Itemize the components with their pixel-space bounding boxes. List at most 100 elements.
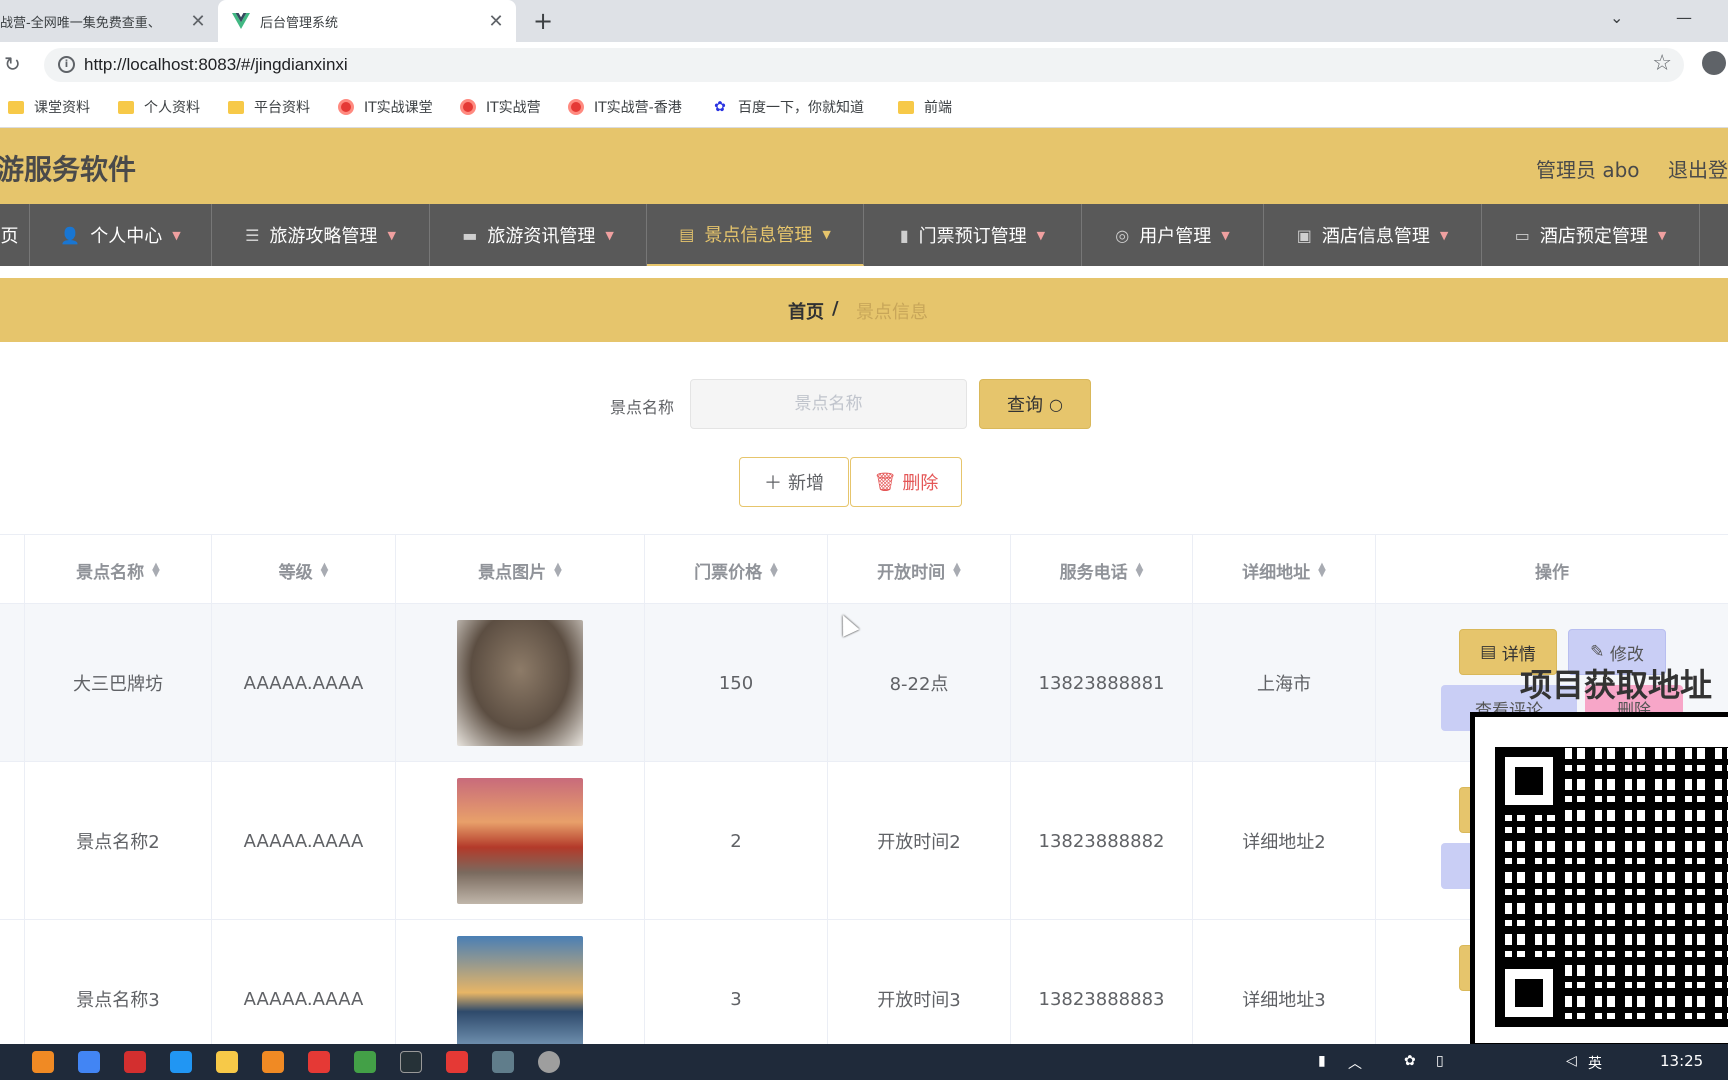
folder-icon (118, 100, 134, 114)
app-icon[interactable] (262, 1051, 284, 1073)
logout-link[interactable]: 退出登 (1668, 154, 1728, 183)
bookmarks-bar: 课堂资料 个人资料 平台资料 IT实战课堂 IT实战营 IT实战营-香港 ✿ 百度… (0, 88, 1728, 128)
clipboard-icon: ▤ (679, 224, 695, 244)
browser-tab-active[interactable]: 后台管理系统 ✕ (218, 0, 516, 42)
baidu-paw-icon: ✿ (714, 99, 726, 115)
app-icon[interactable] (124, 1051, 146, 1073)
nav-item-label: 页 (0, 226, 19, 247)
minimize-icon[interactable]: — (1676, 8, 1692, 27)
tab-search-icon[interactable]: ⌄ (1610, 8, 1623, 27)
delete-button[interactable]: 🗑 删除 (850, 457, 962, 507)
chevron-up-icon[interactable]: ︿ (1348, 1053, 1362, 1073)
nav-item-users[interactable]: ◎ 用户管理 ▼ (1082, 204, 1264, 266)
browser-tab[interactable]: 战营-全网唯一集免费查重、 ✕ (0, 0, 218, 42)
settings-icon[interactable] (492, 1051, 514, 1073)
address-bar: ↻ i http://localhost:8083/#/jingdianxinx… (0, 42, 1728, 88)
column-header[interactable]: 服务电话 ▲ ▼ (1011, 535, 1193, 605)
pencil-icon: ✎ (1590, 642, 1610, 662)
volume-icon[interactable]: ◁ (1566, 1053, 1577, 1069)
qr-code-panel (1470, 712, 1728, 1048)
nav-item-travel-guides[interactable]: ☰ 旅游攻略管理 ▼ (212, 204, 430, 266)
wps-icon[interactable] (446, 1051, 468, 1073)
sort-icon[interactable]: ▲ ▼ (1318, 562, 1326, 579)
site-icon (338, 99, 354, 115)
reload-icon[interactable]: ↻ (4, 52, 21, 76)
tray-icon[interactable]: ✿ (1404, 1053, 1416, 1069)
row-select-cell[interactable] (0, 762, 25, 920)
add-button[interactable]: ＋ 新增 (739, 457, 849, 507)
breadcrumb: 首页 / 景点信息 (0, 278, 1728, 342)
chat-icon[interactable] (538, 1051, 560, 1073)
clock: 13:25 (1660, 1052, 1704, 1070)
nav-item-home[interactable]: 页 (0, 204, 30, 266)
url-text[interactable]: http://localhost:8083/#/jingdianxinxi (84, 55, 348, 75)
sort-icon[interactable]: ▲ ▼ (770, 562, 778, 579)
column-header[interactable]: 开放时间 ▲ ▼ (828, 535, 1011, 605)
site-icon (568, 99, 584, 115)
omnibox[interactable]: i http://localhost:8083/#/jingdianxinxi … (44, 48, 1684, 82)
list-icon: ☰ (245, 225, 260, 245)
bookmark-item[interactable]: 课堂资料 (8, 97, 90, 117)
nav-item-attractions[interactable]: ▤ 景点信息管理 ▼ (647, 204, 864, 266)
bookmark-item[interactable]: 平台资料 (228, 97, 310, 117)
bookmark-item[interactable]: 前端 (898, 97, 952, 117)
bookmark-star-icon[interactable]: ☆ (1652, 51, 1672, 76)
bookmark-item[interactable]: ✿ 百度一下，你就知道 (712, 97, 864, 117)
sort-icon[interactable]: ▲ ▼ (554, 562, 562, 579)
bookmark-item[interactable]: IT实战营 (460, 97, 541, 117)
search-button[interactable]: 查询 ○ (979, 379, 1091, 429)
column-header[interactable]: 等级 ▲ ▼ (212, 535, 396, 605)
app-icon[interactable] (354, 1051, 376, 1073)
cell-hours: 开放时间2 (828, 762, 1011, 920)
close-tab-icon[interactable]: ✕ (486, 11, 506, 32)
battery-icon[interactable]: ▮ (1318, 1053, 1326, 1069)
info-icon[interactable]: i (58, 56, 75, 73)
chevron-down-icon: ▼ (1657, 228, 1667, 242)
chrome-icon[interactable] (78, 1051, 100, 1073)
nav-item-hotel-bookings[interactable]: ▭ 酒店预定管理 ▼ (1482, 204, 1700, 266)
column-header[interactable]: 景点名称 ▲ ▼ (25, 535, 212, 605)
folder-icon (8, 100, 24, 114)
app-icon[interactable] (32, 1051, 54, 1073)
sort-icon[interactable]: ▲ ▼ (152, 562, 160, 579)
folder-icon[interactable] (216, 1051, 238, 1073)
search-input[interactable] (690, 379, 967, 429)
ime-indicator[interactable]: 英 (1588, 1053, 1602, 1073)
delete-button-label: 删除 (902, 473, 939, 494)
app-icon[interactable] (308, 1051, 330, 1073)
column-header[interactable]: 景点图片 ▲ ▼ (396, 535, 645, 605)
breadcrumb-home[interactable]: 首页 (788, 298, 824, 324)
qr-finder-pattern (1495, 959, 1563, 1027)
sort-icon[interactable]: ▲ ▼ (953, 562, 961, 579)
table-row: 大三巴牌坊 AAAAA.AAAA 150 8-22点 13823888881 上… (0, 604, 1728, 762)
bar-chart-icon: ▮ (899, 225, 909, 245)
bookmark-item[interactable]: 个人资料 (118, 97, 200, 117)
nav-item-travel-news[interactable]: ▬ 旅游资讯管理 ▼ (430, 204, 647, 266)
nav-item-label: 旅游攻略管理 (269, 226, 378, 247)
nav-item-tickets[interactable]: ▮ 门票预订管理 ▼ (864, 204, 1082, 266)
column-header[interactable]: 详细地址 ▲ ▼ (1193, 535, 1376, 605)
chevron-down-icon: ▼ (1221, 228, 1230, 242)
attractions-table: 景点名称 ▲ ▼ 等级 ▲ ▼ 景点图片 ▲ ▼ 门票价格 ▲ ▼ 开放时间 ▲ ▼ 服务电话 ▲ ▼ … (0, 534, 1728, 1078)
bookmark-item[interactable]: IT实战课堂 (338, 97, 433, 117)
microphone-icon[interactable]: ▯ (1436, 1053, 1444, 1069)
sort-icon[interactable]: ▲ ▼ (1136, 562, 1144, 579)
sort-icon[interactable]: ▲ ▼ (321, 562, 329, 579)
close-tab-icon[interactable]: ✕ (188, 11, 208, 32)
select-column-header[interactable] (0, 535, 25, 605)
bookmark-item[interactable]: IT实战营-香港 (568, 97, 682, 117)
top-nav: 页 👤 个人中心 ▼ ☰ 旅游攻略管理 ▼ ▬ 旅游资讯管理 ▼ ▤ 景点信息管… (0, 204, 1728, 266)
row-select-cell[interactable] (0, 604, 25, 762)
profile-avatar-icon[interactable] (1702, 51, 1726, 75)
new-tab-button[interactable]: + (528, 7, 558, 35)
app-title: 游服务软件 (0, 153, 137, 186)
browser-tab-bar: 战营-全网唯一集免费查重、 ✕ 后台管理系统 ✕ + ⌄ — (0, 0, 1728, 42)
cell-name: 大三巴牌坊 (25, 604, 212, 762)
app-icon[interactable] (170, 1051, 192, 1073)
search-icon: ○ (1049, 394, 1063, 414)
nav-item-personal-center[interactable]: 👤 个人中心 ▼ (30, 204, 212, 266)
nav-item-hotels[interactable]: ▣ 酒店信息管理 ▼ (1264, 204, 1482, 266)
column-header-actions: 操作 (1535, 562, 1569, 583)
terminal-icon[interactable] (400, 1051, 422, 1073)
column-header[interactable]: 门票价格 ▲ ▼ (645, 535, 828, 605)
